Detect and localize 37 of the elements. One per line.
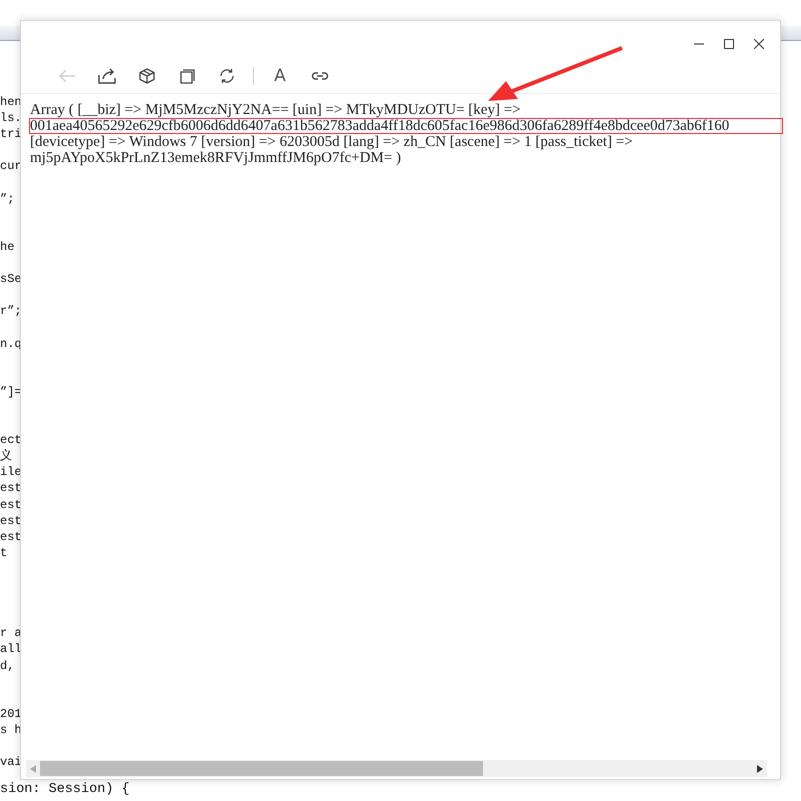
code-line: est	[0, 496, 22, 512]
link-icon	[311, 70, 329, 82]
cube-icon	[139, 68, 155, 84]
output-text: [devicetype] => Windows 7 [version] => 6203005d [lang] => zh_CN [ascene] => 1 [pass_ticket] => mj5pAYpoX5kPrLnZ13emek8RFVjJmmffJM6pO7fc+DM= )	[30, 134, 634, 166]
code-line: cur	[0, 158, 22, 174]
code-line: t	[0, 544, 8, 561]
code-line: ls.	[0, 110, 22, 126]
horizontal-scrollbar[interactable]	[26, 760, 767, 777]
code-line: vai	[0, 754, 22, 770]
copy-icon	[180, 68, 194, 84]
code-line: sion: Session) {	[0, 782, 130, 798]
code-line: est	[0, 512, 22, 529]
scroll-left-icon	[30, 764, 36, 772]
close-icon	[754, 39, 764, 49]
output-text: Array ( [__biz] => MjM5MzczNjY2NA== [uin] => MTkyMDUzOTU= [key] =>	[30, 102, 522, 118]
code-line: all	[0, 641, 22, 658]
code-line: ile	[0, 464, 22, 480]
maximize-icon	[724, 39, 734, 49]
key-value-text: 001aea40565292e629cfb6006d6dd6407a631b562783adda4ff18dc605fac16e986d306fa6289ff4e8bdcee0d73ab6f160	[29, 118, 783, 134]
code-line: 201	[0, 706, 22, 722]
code-line: ect	[0, 432, 22, 448]
code-line: he	[0, 238, 14, 255]
code-line: d,	[0, 658, 14, 674]
refresh-icon	[219, 68, 235, 84]
font-button[interactable]: A	[260, 62, 300, 90]
minimize-icon	[694, 43, 704, 45]
code-line: tri	[0, 126, 22, 142]
code-line: ”;	[0, 190, 14, 207]
code-line: sSe	[0, 271, 22, 288]
scrollbar-thumb[interactable]	[40, 761, 483, 776]
share-icon	[98, 68, 116, 84]
code-line: 义	[0, 448, 12, 464]
code-line: r”;	[0, 303, 22, 320]
back-arrow-icon	[58, 69, 76, 83]
code-line: est	[0, 528, 22, 545]
code-line: est	[0, 480, 22, 496]
scroll-right-icon	[757, 764, 763, 772]
